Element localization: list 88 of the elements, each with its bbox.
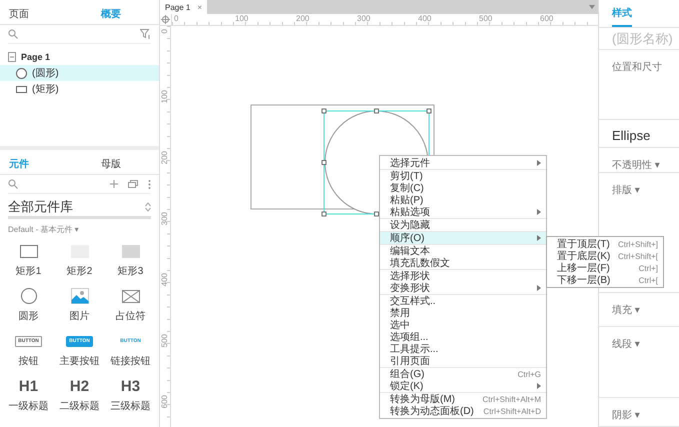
panel-tab[interactable]: 母版 xyxy=(67,150,159,174)
menu-item[interactable]: 转换为动态面板(D) Ctrl+Shift+Alt+D xyxy=(380,405,546,417)
panel-tab[interactable]: 页面 xyxy=(0,0,67,24)
widget-item[interactable]: H3 三级标题 xyxy=(106,376,155,413)
ruler-label: 300 xyxy=(357,14,370,23)
menu-item[interactable]: 填充乱数假文 xyxy=(380,257,546,269)
ruler-label: 0 xyxy=(160,29,169,34)
ruler-label: 600 xyxy=(160,395,169,408)
stack-icon[interactable] xyxy=(128,180,138,188)
rectangle-icon xyxy=(122,244,140,258)
submenu-arrow-icon xyxy=(537,209,541,215)
menu-item[interactable]: 上移一层(F) Ctrl+] xyxy=(547,262,663,274)
menu-item[interactable]: 选中 xyxy=(380,319,546,331)
widget-item[interactable]: 圆形 xyxy=(4,286,53,323)
shape-type-label: Ellipse xyxy=(612,128,650,144)
circle-icon xyxy=(16,68,27,78)
placeholder-icon xyxy=(122,290,140,302)
more-icon[interactable] xyxy=(148,180,151,188)
widget-item[interactable]: 矩形1 xyxy=(4,241,53,278)
menu-item[interactable]: 锁定(K) xyxy=(380,380,546,392)
ruler-label: 0 xyxy=(174,14,178,23)
page-icon xyxy=(8,52,16,62)
widget-item[interactable]: 图片 xyxy=(55,286,104,323)
updown-icon xyxy=(145,202,151,212)
search-icon[interactable] xyxy=(8,29,18,39)
menu-item[interactable]: 选项组... xyxy=(380,331,546,343)
ruler-label: 500 xyxy=(479,14,492,23)
ruler-label: 200 xyxy=(296,14,310,23)
page-item[interactable]: Page 1 xyxy=(0,49,159,65)
menu-item[interactable]: 交互样式.. xyxy=(380,295,546,307)
search-icon[interactable] xyxy=(8,179,18,189)
menu-item[interactable]: 禁用 xyxy=(380,307,546,319)
library-path-dropdown[interactable]: Default - 基本元件 ▾ xyxy=(8,224,151,235)
menu-item[interactable]: 选择形状 xyxy=(380,270,546,282)
ruler-label: 300 xyxy=(160,212,169,226)
ruler-label: 100 xyxy=(160,90,169,104)
ruler-label: 400 xyxy=(418,14,432,23)
menu-item[interactable]: 编辑文本 xyxy=(380,245,546,257)
ruler-label: 600 xyxy=(540,14,554,23)
rectangle-icon xyxy=(20,244,38,258)
rectangle-icon xyxy=(16,86,27,92)
menu-item[interactable]: 组合(G) Ctrl+G xyxy=(380,368,546,380)
section-label: 位置和尺寸 xyxy=(612,62,662,73)
section-toggle[interactable]: 填充 ▾ xyxy=(612,304,640,316)
outline-item[interactable]: (矩形) xyxy=(0,81,159,97)
image-icon xyxy=(70,288,88,304)
section-toggle[interactable]: 排版 ▾ xyxy=(612,184,640,196)
ruler-label: 200 xyxy=(160,151,169,164)
circle-icon xyxy=(20,288,36,304)
ruler-label: 400 xyxy=(160,273,169,286)
menu-item[interactable]: 粘贴选项 xyxy=(380,206,546,218)
library-dropdown[interactable]: 全部元件库 xyxy=(8,198,151,219)
menu-item[interactable]: 引用页面 xyxy=(380,355,546,367)
outline-item[interactable]: (圆形) xyxy=(0,65,159,81)
section-toggle[interactable]: 线段 ▾ xyxy=(612,339,640,350)
menu-item[interactable]: 顺序(O) xyxy=(380,232,546,244)
menu-item[interactable]: 置于底层(K) Ctrl+Shift+[ xyxy=(547,250,663,262)
submenu-arrow-icon xyxy=(537,285,541,291)
menu-item[interactable]: 设为隐藏 xyxy=(380,219,546,231)
crosshair-icon xyxy=(161,15,170,24)
submenu-arrow-icon xyxy=(537,383,541,389)
widget-item[interactable]: H2 二级标题 xyxy=(55,376,104,413)
section-toggle[interactable]: 不透明性 ▾ xyxy=(612,160,660,171)
menu-item[interactable]: 置于顶层(T) Ctrl+Shift+] xyxy=(547,238,663,250)
menu-item[interactable]: 工具提示... xyxy=(380,343,546,355)
menu-item[interactable]: 剪切(T) xyxy=(380,170,546,182)
heading-icon: H1 xyxy=(18,378,38,394)
section-toggle[interactable]: 阴影 ▾ xyxy=(612,410,640,421)
widget-item[interactable]: H1 一级标题 xyxy=(4,376,53,413)
menu-item[interactable]: 下移一层(B) Ctrl+[ xyxy=(547,274,663,286)
ruler-label: 100 xyxy=(235,14,248,23)
heading-icon: H2 xyxy=(70,378,90,394)
page-tab[interactable]: Page 1 × xyxy=(160,0,208,14)
heading-icon: H3 xyxy=(120,378,140,394)
filter-icon[interactable] xyxy=(140,29,151,39)
menu-item[interactable]: 变换形状 xyxy=(380,282,546,294)
menu-item[interactable]: 粘贴(P) xyxy=(380,194,546,206)
submenu-arrow-icon xyxy=(537,235,541,241)
caret-icon[interactable] xyxy=(589,5,595,9)
ruler-label: 500 xyxy=(160,334,169,348)
plus-icon[interactable] xyxy=(110,180,118,188)
menu-item[interactable]: 复制(C) xyxy=(380,182,546,194)
submenu-arrow-icon xyxy=(537,160,541,166)
menu-item[interactable]: 转换为母版(M) Ctrl+Shift+Alt+M xyxy=(380,393,546,405)
widget-item[interactable]: 矩形2 xyxy=(55,241,104,278)
menu-item[interactable]: 选择元件 xyxy=(380,157,546,169)
widget-item[interactable]: 矩形3 xyxy=(106,241,155,278)
widget-item[interactable]: 占位符 xyxy=(106,286,155,323)
